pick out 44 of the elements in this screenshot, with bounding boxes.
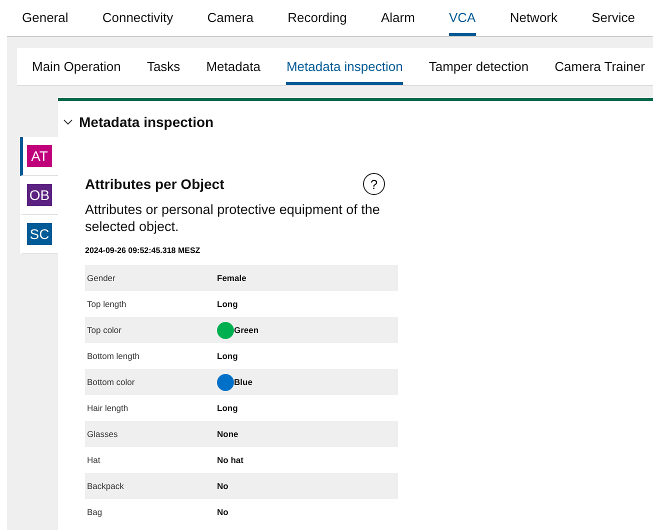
attribute-name: Top color: [86, 325, 122, 335]
attribute-value: None: [217, 429, 238, 439]
help-button[interactable]: ?: [363, 173, 385, 195]
attribute-name: Hair length: [86, 403, 130, 413]
nav-tab[interactable]: Service: [592, 0, 635, 36]
nav-tab[interactable]: General: [22, 0, 68, 36]
attribute-value: Long: [217, 351, 238, 361]
attribute-name: Gender: [86, 273, 116, 283]
attribute-value: Long: [217, 299, 238, 309]
attribute-value: No hat: [217, 455, 244, 465]
nav-tab[interactable]: Alarm: [380, 0, 415, 36]
attribute-value: No: [217, 507, 228, 517]
chevron-icon[interactable]: [63, 119, 73, 125]
side-tab-badge: SC: [27, 223, 52, 245]
attribute-value: Female: [217, 273, 246, 283]
card-description: Attributes or personal protective equipment of the selected object.: [85, 201, 381, 235]
attribute-value: Long: [217, 403, 238, 413]
attribute-name: Hat: [86, 455, 102, 465]
attribute-value: No: [217, 481, 228, 491]
nav-tab[interactable]: Camera: [207, 0, 254, 36]
attribute-name: Bottom length: [86, 351, 140, 361]
attribute-name: Bottom color: [86, 377, 136, 387]
side-tab-badge: AT: [27, 145, 52, 167]
attribute-name: Top length: [86, 299, 128, 309]
attribute-name: Bag: [86, 507, 104, 517]
attribute-value: Green: [234, 325, 259, 335]
nav-tab[interactable]: Connectivity: [102, 0, 174, 36]
side-tab[interactable]: SC: [20, 215, 58, 254]
attribute-value: Blue: [234, 377, 252, 387]
side-tab-badge: OB: [27, 184, 52, 206]
timestamp: 2024-09-26 09:52:45.318 MESZ: [85, 246, 202, 255]
side-tab[interactable]: OB: [20, 176, 58, 215]
nav-tab[interactable]: Recording: [288, 0, 347, 36]
nav-tab[interactable]: Network: [510, 0, 558, 36]
sub-tab[interactable]: Main Operation: [32, 48, 121, 85]
sub-tab[interactable]: Tasks: [146, 48, 180, 85]
attribute-name: Glasses: [86, 429, 119, 439]
card-title: Attributes per Object: [85, 176, 224, 192]
sub-tab[interactable]: Metadata: [206, 48, 260, 85]
section-title: Metadata inspection: [79, 114, 214, 130]
sub-tab[interactable]: Camera Trainer: [554, 48, 645, 85]
attribute-name: Backpack: [86, 481, 125, 491]
sub-tab[interactable]: Metadata inspection: [286, 48, 403, 85]
sub-tab[interactable]: Tamper detection: [428, 48, 529, 85]
